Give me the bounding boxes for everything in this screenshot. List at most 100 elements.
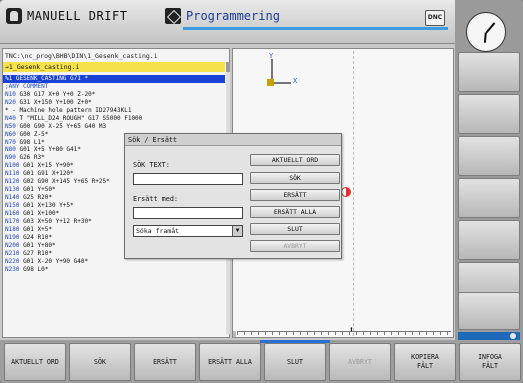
line-text: G31 X+150 Y+100 Z+0* bbox=[15, 98, 92, 106]
vertical-softkey-2[interactable] bbox=[458, 94, 520, 134]
current-word-button[interactable]: AKTUELLT ORD bbox=[250, 154, 340, 166]
y-axis-label: Y bbox=[269, 52, 274, 60]
active-softkey-indicator bbox=[260, 340, 330, 343]
line-text: G00 G90 X-25 Y+65 G40 M3 bbox=[15, 122, 107, 130]
program-line[interactable]: N40 T "MILL_D24_ROUGH" G17 S5000 F1000 bbox=[3, 115, 225, 123]
softkey-row-indicator bbox=[458, 332, 520, 340]
programming-icon bbox=[165, 8, 181, 24]
search-replace-dialog: Sök / Ersätt SÖK TEXT: Ersätt med: Söka … bbox=[124, 133, 342, 259]
line-number: N210 bbox=[5, 249, 20, 257]
x-axis-line bbox=[271, 82, 291, 84]
hand-icon bbox=[6, 8, 22, 24]
search-direction-value: Söka framåt bbox=[136, 227, 180, 235]
line-text: G01 G91 X+120* bbox=[19, 170, 74, 178]
line-text: G26 R3* bbox=[15, 154, 45, 162]
vertical-softkey-4[interactable] bbox=[458, 178, 520, 218]
line-number: N230 bbox=[5, 265, 20, 273]
line-text: G25 R20* bbox=[19, 194, 52, 202]
datum-marker-icon bbox=[341, 187, 351, 197]
search-direction-select[interactable]: Söka framåt ▼ bbox=[133, 225, 243, 237]
end-button[interactable]: SLUT bbox=[250, 223, 340, 235]
line-number: N130 bbox=[5, 186, 20, 194]
dialog-title: Sök / Ersätt bbox=[125, 134, 341, 146]
vertical-softkey-3[interactable] bbox=[458, 136, 520, 176]
line-text: G30 G17 X+0 Y+0 Z-20* bbox=[15, 90, 96, 98]
softkey-end[interactable]: SLUT bbox=[264, 343, 326, 381]
line-number: N220 bbox=[5, 257, 20, 265]
program-line[interactable]: * - Machine hole pattern ID27943KL1 bbox=[3, 107, 225, 115]
mode-programming[interactable]: Programmering bbox=[165, 4, 280, 28]
line-text: ;ANY COMMENT bbox=[5, 82, 49, 90]
mode-manual-operation[interactable]: MANUELL DRIFT bbox=[6, 4, 127, 28]
line-text: G02 G90 X+145 Y+65 R+25* bbox=[19, 178, 110, 186]
line-text: G01 Y+50* bbox=[19, 186, 56, 194]
line-number: N120 bbox=[5, 178, 20, 186]
cancel-button[interactable]: AVBRYT bbox=[250, 240, 340, 252]
program-line[interactable]: N50 G00 G90 X-25 Y+65 G40 M3 bbox=[3, 123, 225, 131]
line-number: N190 bbox=[5, 233, 20, 241]
softkey-insert-field[interactable]: INFOGA FÄLT bbox=[459, 343, 521, 381]
line-text: G01 X+5 Y+80 G41* bbox=[15, 146, 81, 154]
replace-all-button[interactable]: ERSÄTT ALLA bbox=[250, 206, 340, 218]
line-number: N10 bbox=[5, 90, 16, 98]
program-line[interactable]: ;ANY COMMENT bbox=[3, 83, 225, 91]
replace-with-input[interactable] bbox=[133, 207, 243, 219]
line-number: N160 bbox=[5, 209, 20, 217]
line-text: G03 X+50 Y+12 R+30* bbox=[19, 217, 92, 225]
program-path: TNC:\nc_prog\BHB\DIN\1_Gesenk_casting.i bbox=[5, 52, 158, 60]
program-line[interactable]: %1 GESENK_CASTING G71 * bbox=[3, 75, 225, 83]
line-number: N100 bbox=[5, 162, 20, 170]
workpiece-origin-icon bbox=[267, 79, 274, 86]
softkey-cancel[interactable]: AVBRYT bbox=[329, 343, 391, 381]
replace-with-label: Ersätt med: bbox=[133, 195, 179, 203]
chevron-down-icon[interactable]: ▼ bbox=[232, 226, 242, 236]
line-text: GESENK_CASTING G71 * bbox=[12, 75, 89, 82]
mode-manual-label: MANUELL DRIFT bbox=[27, 9, 128, 23]
softkey-replace-all[interactable]: ERSÄTT ALLA bbox=[199, 343, 261, 381]
search-text-input[interactable] bbox=[133, 173, 243, 185]
tnc-screen: MANUELL DRIFT Programmering DNC TNC:\nc_… bbox=[0, 0, 523, 383]
line-number: N60 bbox=[5, 130, 16, 138]
line-text: G01 X+5* bbox=[19, 225, 52, 233]
graphics-scrollbar[interactable] bbox=[233, 331, 236, 337]
program-line[interactable]: N230 G98 L0* bbox=[3, 266, 225, 274]
line-number: N20 bbox=[5, 98, 16, 106]
header-bar: MANUELL DRIFT Programmering DNC bbox=[0, 0, 523, 44]
softkey-search[interactable]: SÖK bbox=[69, 343, 131, 381]
selected-file[interactable]: →1_Gesenk_casting.i bbox=[3, 62, 225, 72]
active-mode-indicator bbox=[183, 27, 448, 30]
line-number: N170 bbox=[5, 217, 20, 225]
vertical-softkey-5[interactable] bbox=[458, 220, 520, 260]
replace-button[interactable]: ERSÄTT bbox=[250, 189, 340, 201]
line-text: G00 Z-5* bbox=[15, 130, 49, 138]
program-line[interactable]: N10 G30 G17 X+0 Y+0 Z-20* bbox=[3, 91, 225, 99]
line-number: N40 bbox=[5, 114, 16, 122]
dnc-icon: DNC bbox=[425, 10, 445, 26]
softkey-copy-field[interactable]: KOPIERA FÄLT bbox=[394, 343, 456, 381]
softkey-bar: AKTUELLT ORD SÖK ERSÄTT ERSÄTT ALLA SLUT… bbox=[0, 340, 523, 383]
x-axis-label: X bbox=[293, 77, 298, 85]
search-text-label: SÖK TEXT: bbox=[133, 161, 170, 169]
line-text: G98 L1* bbox=[15, 138, 45, 146]
line-number: N50 bbox=[5, 122, 16, 130]
line-text: G01 X+100* bbox=[19, 209, 60, 217]
vertical-softkey-1[interactable] bbox=[458, 52, 520, 92]
program-line[interactable]: N20 G31 X+150 Y+100 Z+0* bbox=[3, 99, 225, 107]
softkey-current-word[interactable]: AKTUELLT ORD bbox=[4, 343, 66, 381]
line-text: G01 X+130 Y+5* bbox=[19, 202, 74, 209]
line-text: T "MILL_D24_ROUGH" G17 S5000 F1000 bbox=[15, 114, 143, 122]
softkey-replace[interactable]: ERSÄTT bbox=[134, 343, 196, 381]
line-number: N150 bbox=[5, 202, 20, 209]
line-text: G27 R10* bbox=[19, 249, 52, 257]
line-text: * - Machine hole pattern ID27943KL1 bbox=[5, 106, 132, 114]
search-button[interactable]: SÖK bbox=[250, 172, 340, 184]
line-text: G01 X-20 Y+90 G40* bbox=[19, 257, 89, 265]
graphics-ruler bbox=[237, 331, 451, 337]
line-text: G01 X+15 Y+90* bbox=[19, 162, 74, 170]
line-number: N200 bbox=[5, 241, 20, 249]
vertical-softkey-7[interactable] bbox=[458, 292, 520, 330]
line-number: N110 bbox=[5, 170, 20, 178]
line-text: G24 R10* bbox=[19, 233, 52, 241]
line-number: N180 bbox=[5, 225, 20, 233]
ruler-pointer-icon: ⬆ bbox=[349, 325, 354, 334]
